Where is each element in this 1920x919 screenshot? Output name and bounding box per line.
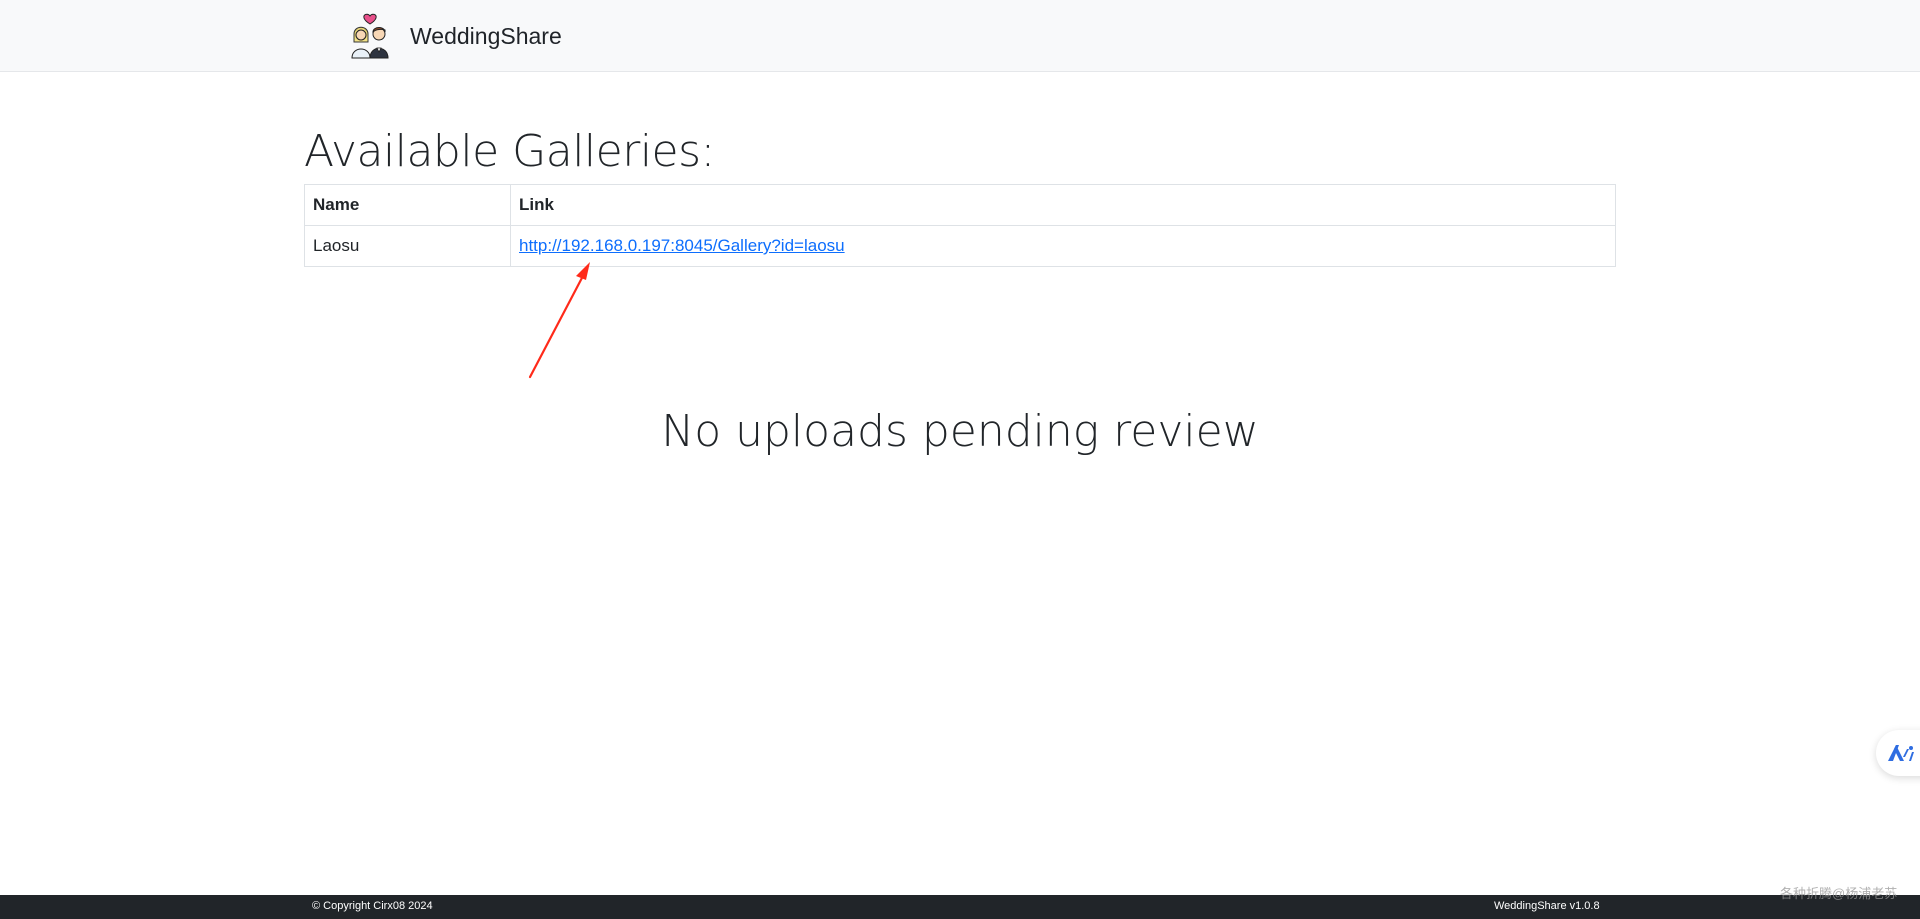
table-row: Laosu http://192.168.0.197:8045/Gallery?… (304, 225, 1616, 267)
page-title: Available Galleries: (304, 126, 715, 177)
version-text: WeddingShare v1.0.8 (1494, 900, 1600, 912)
watermark-text: 各种折腾@杨浦老苏 (1780, 886, 1898, 901)
column-header-link: Link (510, 184, 1616, 226)
table-header-row: Name Link (304, 184, 1616, 226)
gallery-link[interactable]: http://192.168.0.197:8045/Gallery?id=lao… (519, 236, 845, 255)
assistant-logo-icon (1888, 745, 1914, 761)
galleries-table: Name Link Laosu http://192.168.0.197:804… (304, 184, 1616, 267)
brand-home-link[interactable]: WeddingShare (346, 12, 562, 60)
top-navbar: WeddingShare (0, 0, 1920, 72)
brand-name: WeddingShare (410, 22, 562, 49)
footer: © Copyright Cirx08 2024 WeddingShare v1.… (0, 895, 1920, 919)
main-content: Available Galleries: Name Link Laosu htt… (304, 120, 1616, 267)
floating-assistant-button[interactable] (1876, 730, 1920, 776)
gallery-name-cell: Laosu (304, 225, 511, 267)
column-header-name: Name (304, 184, 511, 226)
copyright-text: © Copyright Cirx08 2024 (312, 900, 433, 912)
no-pending-uploads-message: No uploads pending review (661, 406, 1259, 457)
couple-heart-icon (346, 12, 394, 60)
annotation-arrow-icon (528, 262, 590, 379)
gallery-link-cell: http://192.168.0.197:8045/Gallery?id=lao… (510, 225, 1616, 267)
